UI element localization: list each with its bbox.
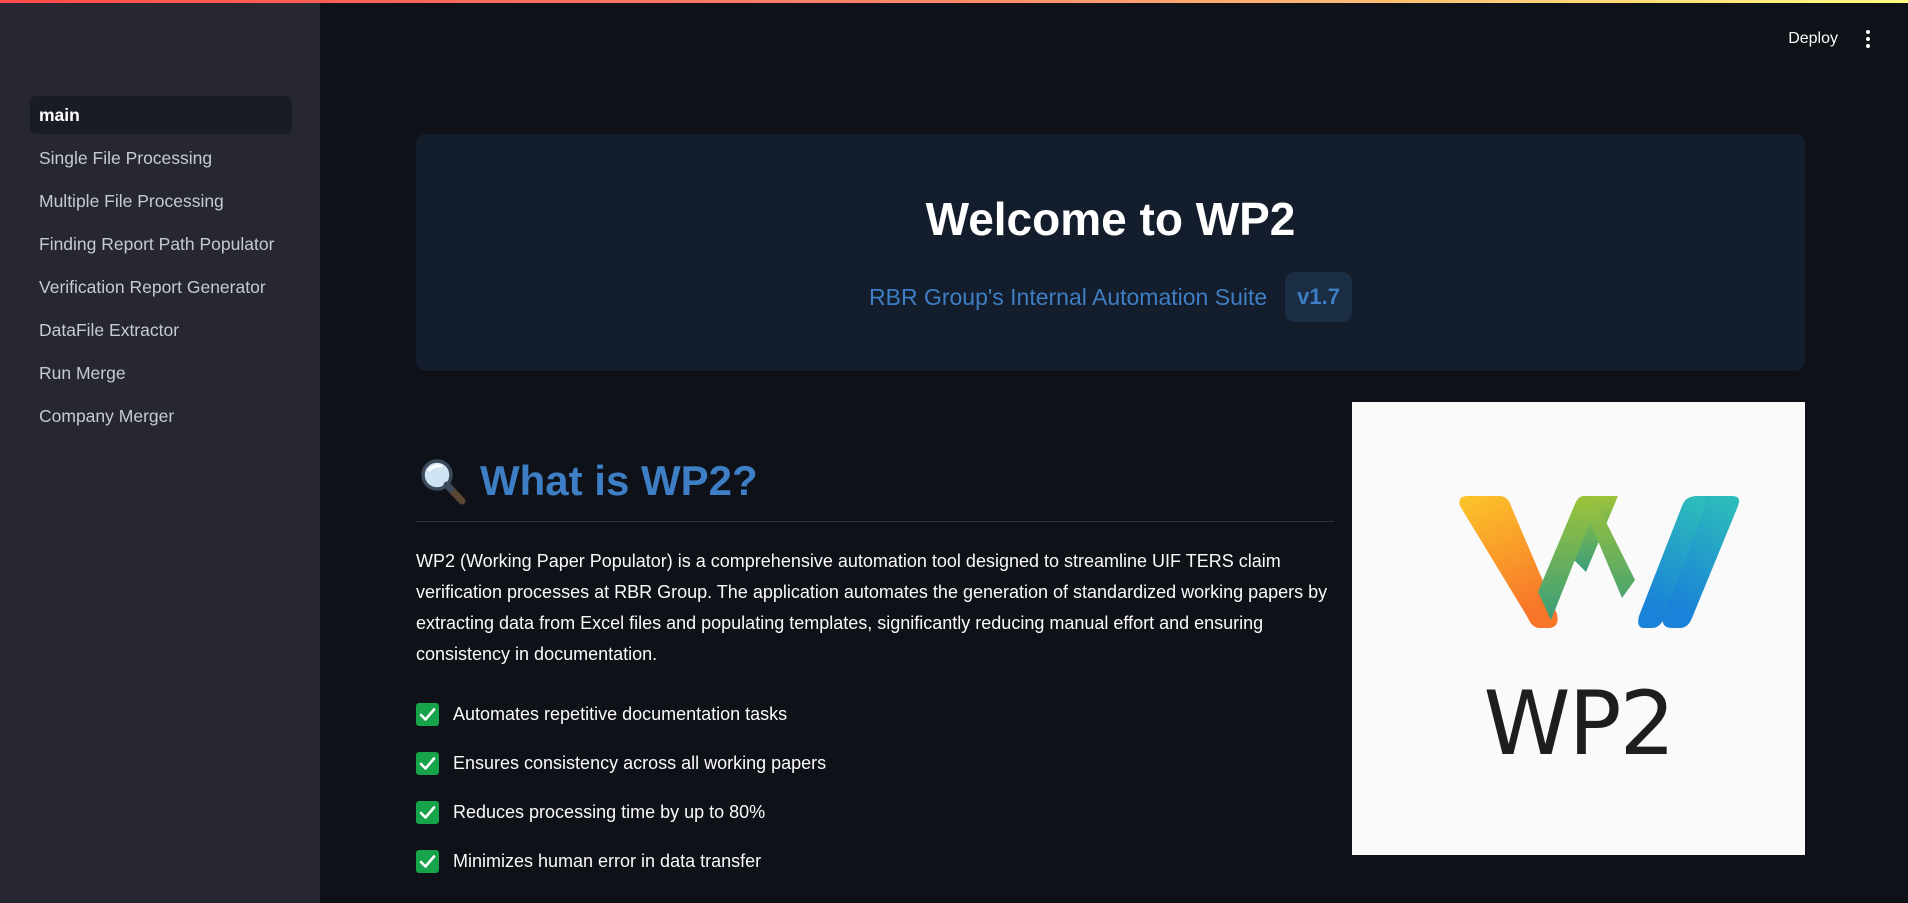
sidebar-nav: main Single File Processing Multiple Fil…: [0, 96, 320, 435]
sidebar-item-main[interactable]: main: [30, 96, 292, 134]
sidebar-item-single-file-processing[interactable]: Single File Processing: [30, 139, 292, 177]
about-heading-row: What is WP2?: [416, 455, 1334, 522]
feature-text: Automates repetitive documentation tasks: [453, 704, 788, 724]
magnifier-icon: [416, 455, 468, 507]
header-actions: Deploy: [1788, 28, 1874, 50]
check-icon: [416, 703, 439, 726]
about-description: WP2 (Working Paper Populator) is a compr…: [416, 551, 1328, 664]
feature-text: Minimizes human error in data transfer: [453, 851, 762, 871]
hero-subtitle-row: RBR Group's Internal Automation Suite v1…: [416, 272, 1805, 322]
list-item: Minimizes human error in data transfer: [416, 837, 1334, 886]
list-item: Automates repetitive documentation tasks: [416, 690, 1334, 739]
sidebar-item-company-merger[interactable]: Company Merger: [30, 397, 292, 435]
check-icon: [416, 801, 439, 824]
wp2-logo-mark-icon: [1459, 496, 1740, 628]
about-heading: What is WP2?: [480, 457, 758, 504]
sidebar: main Single File Processing Multiple Fil…: [0, 0, 320, 903]
logo-wordmark: WP2: [1483, 672, 1675, 775]
welcome-banner: Welcome to WP2 RBR Group's Internal Auto…: [416, 134, 1805, 371]
feature-list: Automates repetitive documentation tasks…: [416, 690, 1334, 886]
feature-text: Ensures consistency across all working p…: [453, 753, 827, 773]
sidebar-item-verification-report-generator[interactable]: Verification Report Generator: [30, 268, 292, 306]
list-item: Ensures consistency across all working p…: [416, 739, 1334, 788]
top-decoration-stripe: [0, 0, 1908, 3]
sidebar-item-run-merge[interactable]: Run Merge: [30, 354, 292, 392]
page-title: Welcome to WP2: [925, 193, 1296, 245]
version-badge: v1.7: [1285, 272, 1352, 322]
kebab-menu-icon[interactable]: [1862, 28, 1874, 50]
hero-subtitle: RBR Group's Internal Automation Suite: [869, 283, 1268, 310]
deploy-button[interactable]: Deploy: [1788, 30, 1838, 48]
sidebar-item-multiple-file-processing[interactable]: Multiple File Processing: [30, 182, 292, 220]
sidebar-item-datafile-extractor[interactable]: DataFile Extractor: [30, 311, 292, 349]
check-icon: [416, 752, 439, 775]
sidebar-item-finding-report-path-populator[interactable]: Finding Report Path Populator: [30, 225, 292, 263]
list-item: Reduces processing time by up to 80%: [416, 788, 1334, 837]
feature-text: Reduces processing time by up to 80%: [453, 802, 766, 822]
wp2-logo-image: WP2: [1352, 402, 1805, 855]
check-icon: [416, 850, 439, 873]
